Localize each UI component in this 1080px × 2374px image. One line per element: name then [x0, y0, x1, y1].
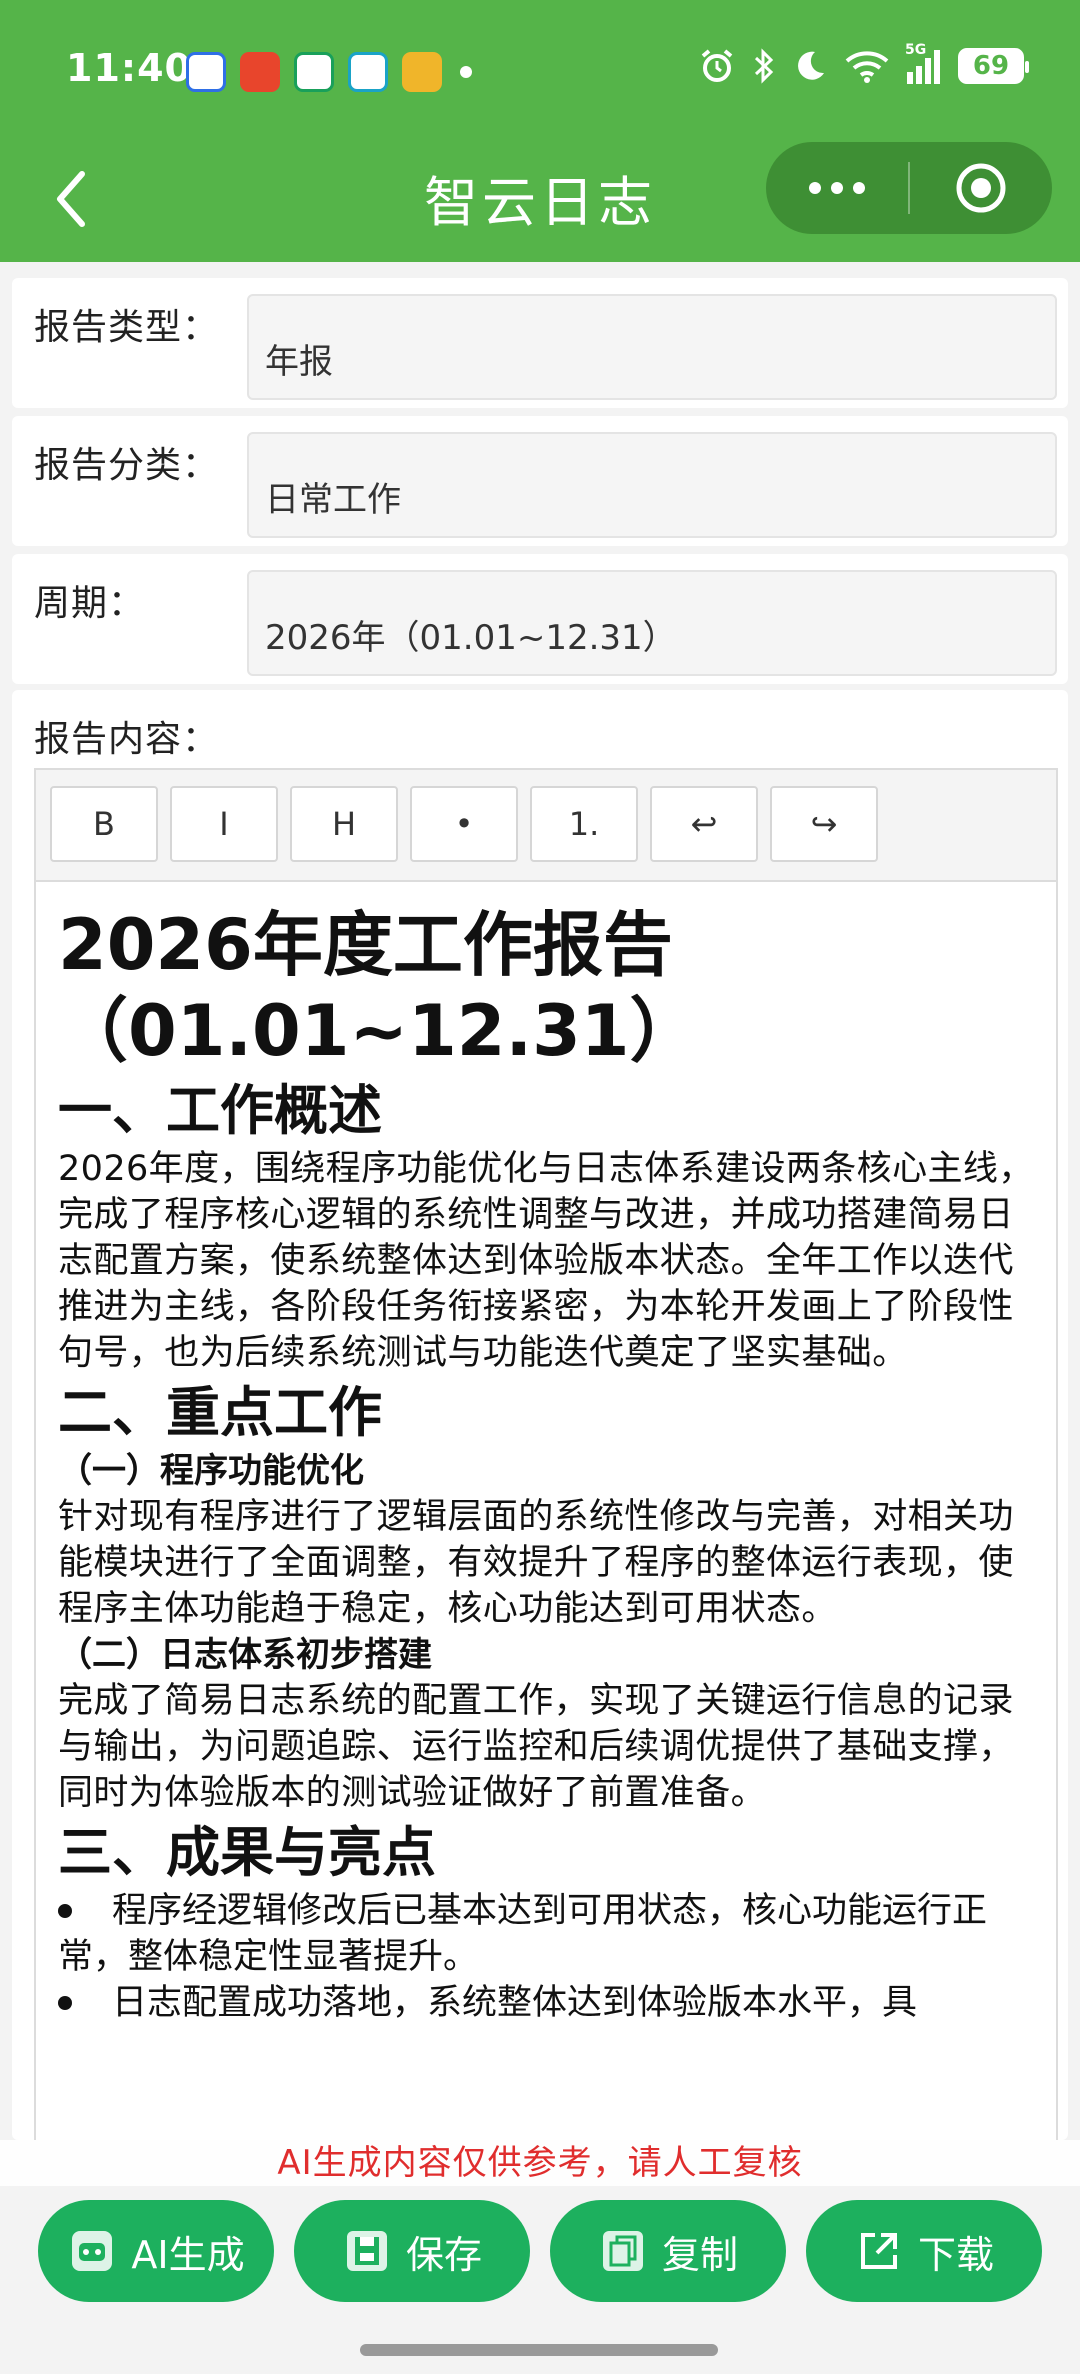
report-type-label: 报告类型： — [34, 307, 220, 348]
close-miniprogram-button[interactable] — [910, 142, 1052, 234]
report-type-row: 报告类型： 年报 — [12, 278, 1068, 408]
heading-button[interactable]: H — [290, 786, 398, 862]
bold-button[interactable]: B — [50, 786, 158, 862]
baidu-app-icon — [186, 52, 226, 92]
list-item: 日志配置成功落地，系统整体达到体验版本水平，具 — [58, 1980, 1034, 2026]
section-1-body: 2026年度，围绕程序功能优化与日志体系建设两条核心主线，完成了程序核心逻辑的系… — [58, 1149, 1034, 1373]
network-type: 5G — [905, 42, 927, 58]
save-button[interactable]: 保存 — [294, 2200, 530, 2302]
more-notifications-dot — [460, 66, 472, 78]
report-category-label: 报告分类： — [34, 445, 220, 486]
shopping-app-icon — [240, 52, 280, 92]
home-indicator[interactable] — [360, 2344, 718, 2356]
more-button[interactable] — [766, 142, 908, 234]
editor-toolbar: B I H • 1. ↩ ↪ — [36, 770, 1056, 882]
section-2-sub-2: （二）日志体系初步搭建 — [58, 1635, 432, 1675]
section-2-heading: 二、重点工作 — [58, 1381, 382, 1444]
save-label: 保存 — [405, 2232, 482, 2277]
robot-icon — [67, 2226, 117, 2276]
navigation-bar: 智云日志 — [0, 140, 1080, 262]
copy-icon — [598, 2226, 648, 2276]
report-category-select[interactable]: 日常工作 — [247, 432, 1057, 538]
achievements-list: 程序经逻辑修改后已基本达到可用状态，核心功能运行正常，整体稳定性显著提升。 日志… — [58, 1888, 1034, 2026]
action-bar: AI生成 保存 复制 下载 — [0, 2186, 1080, 2374]
save-icon — [342, 2226, 392, 2276]
section-1-heading: 一、工作概述 — [58, 1079, 382, 1142]
bluetooth-icon — [754, 48, 774, 84]
italic-button[interactable]: I — [170, 786, 278, 862]
report-category-row: 报告分类： 日常工作 — [12, 416, 1068, 546]
signal-icon: 5G — [905, 42, 940, 84]
status-time: 11:40 — [66, 46, 192, 90]
ai-generate-button[interactable]: AI生成 — [38, 2200, 274, 2302]
game-app-icon — [402, 52, 442, 92]
system-icons: 5G 69 — [699, 42, 1029, 84]
download-button[interactable]: 下载 — [806, 2200, 1042, 2302]
report-content-card: 报告内容： B I H • 1. ↩ ↪ 2026年度工作报告 （01.01~1… — [12, 690, 1068, 2140]
undo-button[interactable]: ↩ — [650, 786, 758, 862]
doc-title-line1: 2026年度工作报告 — [58, 904, 673, 986]
report-content-label: 报告内容： — [34, 719, 220, 760]
document-body[interactable]: 2026年度工作报告 （01.01~12.31） 一、工作概述 2026年度，围… — [36, 882, 1056, 2026]
status-bar: 11:40 5G 69 — [0, 0, 1080, 140]
external-download-icon — [854, 2226, 904, 2276]
section-2-sub-1: （一）程序功能优化 — [58, 1451, 364, 1491]
report-type-select[interactable]: 年报 — [247, 294, 1057, 400]
download-label: 下载 — [917, 2232, 994, 2277]
section-3-heading: 三、成果与亮点 — [58, 1821, 436, 1884]
period-label: 周期： — [34, 583, 146, 624]
period-row: 周期： 2026年（01.01~12.31） — [12, 554, 1068, 684]
ordered-list-button[interactable]: 1. — [530, 786, 638, 862]
header-area: 11:40 5G 69 智云日志 — [0, 0, 1080, 262]
section-2-body-1: 针对现有程序进行了逻辑层面的系统性修改与完善，对相关功能模块进行了全面调整，有效… — [58, 1497, 1014, 1629]
period-select[interactable]: 2026年（01.01~12.31） — [247, 570, 1057, 676]
wifi-icon — [845, 51, 889, 83]
copy-label: 复制 — [661, 2232, 738, 2277]
ai-disclaimer: AI生成内容仅供参考，请人工复核 — [0, 2140, 1080, 2186]
video-app-icon — [294, 52, 334, 92]
alarm-icon — [701, 49, 733, 82]
moon-icon — [798, 51, 824, 80]
list-item: 程序经逻辑修改后已基本达到可用状态，核心功能运行正常，整体稳定性显著提升。 — [58, 1888, 1034, 1980]
copy-button[interactable]: 复制 — [550, 2200, 786, 2302]
water-app-icon — [348, 52, 388, 92]
redo-button[interactable]: ↪ — [770, 786, 878, 862]
target-icon — [956, 163, 1006, 213]
notification-icons — [186, 52, 472, 92]
battery-icon: 69 — [958, 48, 1029, 84]
ai-generate-label: AI生成 — [131, 2232, 245, 2277]
section-2-body-2: 完成了简易日志系统的配置工作，实现了关键运行信息的记录与输出，为问题追踪、运行监… — [58, 1681, 1014, 1813]
rich-text-editor[interactable]: B I H • 1. ↩ ↪ 2026年度工作报告 （01.01~12.31） … — [34, 768, 1058, 2140]
bullet-list-button[interactable]: • — [410, 786, 518, 862]
doc-title-line2: （01.01~12.31） — [58, 990, 700, 1072]
miniprogram-capsule — [766, 142, 1052, 234]
